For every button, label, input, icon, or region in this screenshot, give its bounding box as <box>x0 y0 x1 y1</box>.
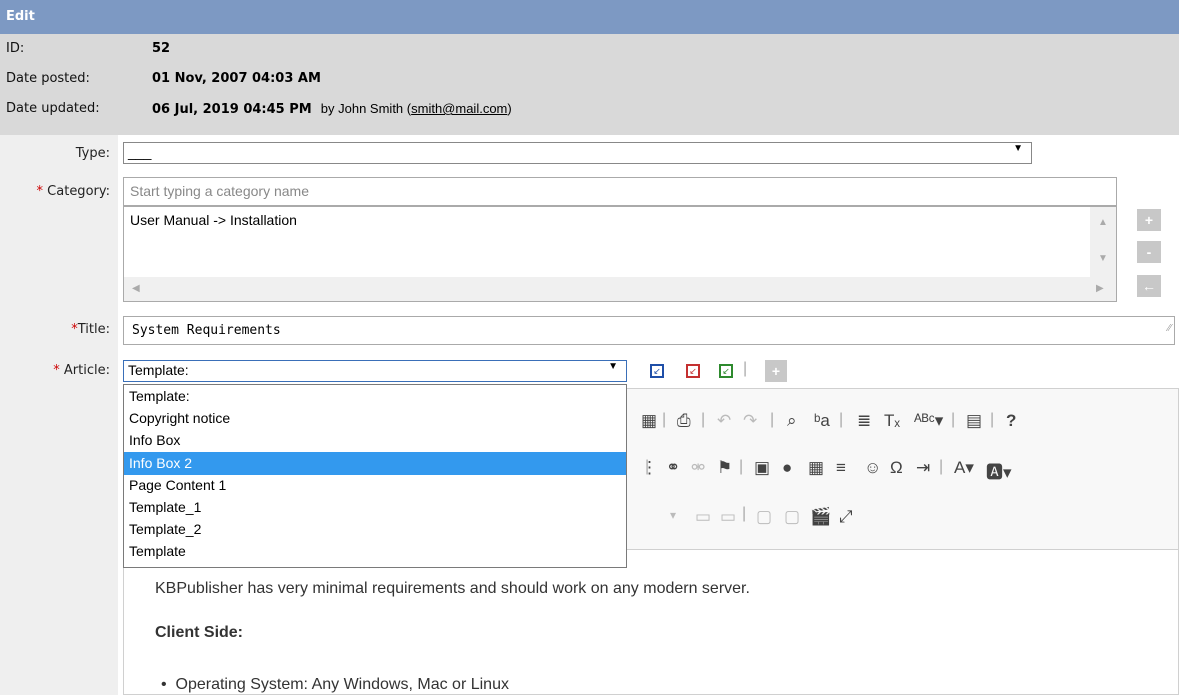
category-label: * Category: <box>36 184 110 199</box>
append-template-icon[interactable]: ↙ <box>719 364 733 378</box>
date-posted-value: 01 Nov, 2007 04:03 AM <box>152 71 321 86</box>
category-list[interactable]: User Manual -> Installation ▲ ▼ ◀ ▶ <box>123 206 1117 302</box>
comment-icon[interactable]: ▭ <box>695 507 711 527</box>
select-all-icon[interactable]: ≣ <box>857 411 871 431</box>
template-option[interactable]: Template_1 <box>124 496 626 519</box>
date-posted-label: Date posted: <box>6 71 90 86</box>
template-option[interactable]: Template_2 <box>124 518 626 541</box>
date-updated-value: 06 Jul, 2019 04:45 PM by John Smith (smi… <box>152 94 512 125</box>
help-icon[interactable]: ? <box>1006 411 1016 431</box>
date-updated-text: 06 Jul, 2019 04:45 PM <box>152 102 312 117</box>
content-heading: Client Side: <box>155 624 244 641</box>
template-dropdown-list[interactable]: Template: Copyright notice Info Box Info… <box>123 384 627 568</box>
special-char-icon[interactable]: Ω <box>890 458 903 478</box>
content-bullet: • Operating System: Any Windows, Mac or … <box>161 676 509 693</box>
template-option[interactable]: Info Box <box>124 429 626 452</box>
insert-template-icon[interactable]: ↙ <box>650 364 664 378</box>
dropdown-arrow-icon: ▼ <box>608 361 618 372</box>
remove-category-button[interactable]: - <box>1137 241 1161 263</box>
category-search-input[interactable]: Start typing a category name <box>123 177 1117 206</box>
replace-template-icon[interactable]: ↙ <box>686 364 700 378</box>
unlink-icon[interactable]: ⚮ <box>691 458 705 478</box>
remove-comment-icon[interactable]: ▭ <box>720 507 736 527</box>
maximize-icon[interactable]: ⤢ <box>839 507 853 527</box>
panel-title: Edit <box>0 0 1179 34</box>
horizontal-rule-icon[interactable]: ≡ <box>836 458 846 478</box>
id-value: 52 <box>152 41 171 56</box>
add-category-button[interactable]: + <box>1137 209 1161 231</box>
video-icon[interactable]: 🎬 <box>810 507 831 527</box>
insert-file-icon[interactable]: ▢ <box>784 507 800 527</box>
updated-email-link[interactable]: smith@mail.com <box>411 101 507 116</box>
show-blocks-icon[interactable]: ▤ <box>966 411 982 431</box>
template-option[interactable]: Template: <box>124 385 626 408</box>
template-select[interactable]: Template: ▼ <box>123 360 627 382</box>
scroll-down-icon[interactable]: ▼ <box>1098 253 1108 264</box>
toolbar-separator: | <box>743 360 748 377</box>
anchor-flag-icon[interactable]: ⚑ <box>717 458 732 478</box>
title-input-value: System Requirements <box>132 323 281 338</box>
id-label: ID: <box>6 41 25 56</box>
type-select[interactable]: ___ ▼ <box>123 142 1032 164</box>
type-label: Type: <box>75 146 110 161</box>
category-horizontal-scrollbar[interactable]: ◀ ▶ <box>124 277 1116 301</box>
label-column <box>0 135 118 695</box>
template-option[interactable]: Page Content 1 <box>124 474 626 497</box>
page-break-icon[interactable]: ▦ <box>641 411 657 431</box>
flash-icon[interactable]: ● <box>782 458 792 478</box>
find-icon[interactable]: ⌕ <box>787 411 797 431</box>
template-option[interactable]: Copyright notice <box>124 407 626 430</box>
title-label: *Title: <box>71 322 110 337</box>
date-updated-label: Date updated: <box>6 101 100 116</box>
content-paragraph: KBPublisher has very minimal requirement… <box>155 580 750 597</box>
image-icon[interactable]: ▣ <box>754 458 770 478</box>
updated-by-text: by John Smith ( <box>320 101 412 116</box>
category-placeholder: Start typing a category name <box>130 183 309 199</box>
remove-format-icon[interactable]: Tₓ <box>884 411 900 431</box>
text-color-icon[interactable]: A▾ <box>954 458 974 478</box>
category-list-item[interactable]: User Manual -> Installation <box>130 212 297 228</box>
article-label: * Article: <box>53 363 110 378</box>
spellcheck-icon[interactable]: ᴬᴮᶜ▾ <box>914 411 943 431</box>
redo-icon[interactable]: ↷ <box>743 411 757 431</box>
scroll-left-icon[interactable]: ◀ <box>132 283 140 294</box>
category-vertical-scrollbar[interactable]: ▲ ▼ <box>1090 207 1116 277</box>
table-icon[interactable]: ▦ <box>808 458 824 478</box>
smiley-icon[interactable]: ☺ <box>864 458 881 478</box>
background-color-icon[interactable]: 🅰▾ <box>986 458 1012 483</box>
template-option[interactable]: Template <box>124 540 626 563</box>
template-option-selected[interactable]: Info Box 2 <box>124 452 626 475</box>
print-icon[interactable]: ⎙ <box>677 411 691 431</box>
title-input[interactable]: System Requirements ⁄⁄ <box>123 316 1175 345</box>
scroll-up-icon[interactable]: ▲ <box>1098 217 1108 228</box>
indent-icon[interactable]: ⋮ <box>641 458 658 478</box>
template-select-value: Template: <box>128 362 189 378</box>
back-category-button[interactable]: ← <box>1137 275 1161 297</box>
undo-icon[interactable]: ↶ <box>717 411 731 431</box>
insert-article-link-icon[interactable]: ▢ <box>756 507 772 527</box>
link-icon[interactable]: ⚭ <box>666 458 680 478</box>
info-panel: ID: 52 Date posted: 01 Nov, 2007 04:03 A… <box>0 34 1179 135</box>
resize-handle-icon[interactable]: ⁄⁄ <box>1168 315 1171 342</box>
type-select-value: ___ <box>128 144 152 160</box>
add-template-button[interactable]: + <box>765 360 787 382</box>
replace-icon[interactable]: ᵇa <box>814 411 830 431</box>
dropdown-arrow-icon: ▼ <box>1013 143 1023 154</box>
insert-list-icon[interactable]: ⇥ <box>916 458 930 478</box>
dropdown-arrow-icon[interactable]: ▾ <box>670 508 676 522</box>
scroll-right-icon[interactable]: ▶ <box>1096 283 1104 294</box>
updated-close-paren: ) <box>507 101 512 116</box>
